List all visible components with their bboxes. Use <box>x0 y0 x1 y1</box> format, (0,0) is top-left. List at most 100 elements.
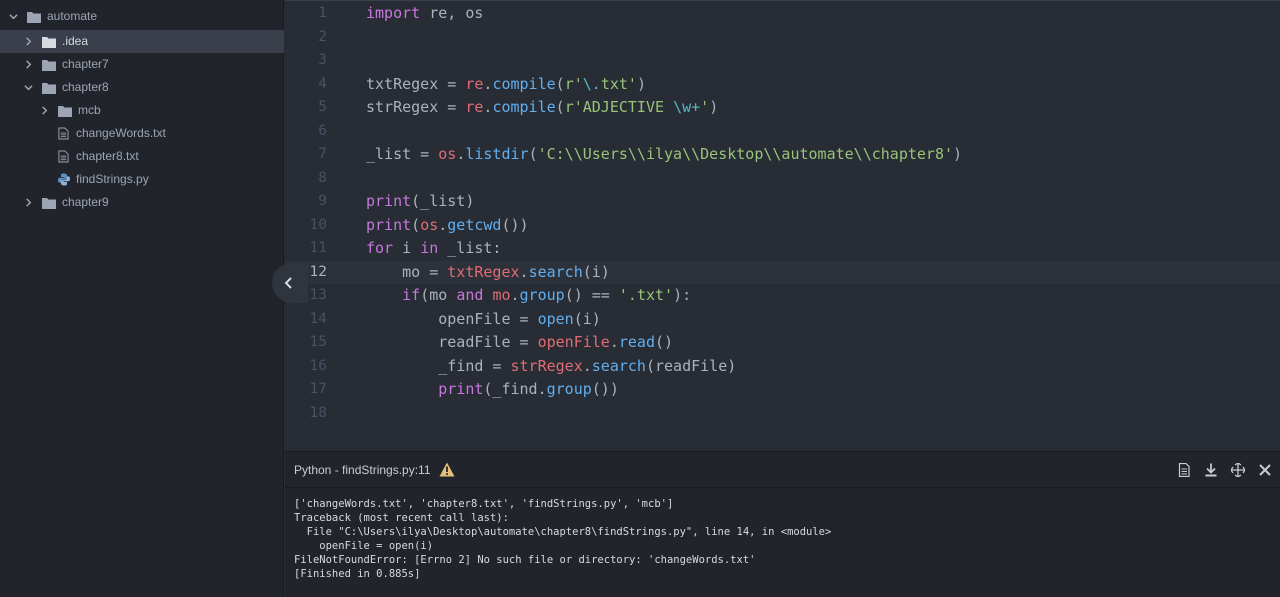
tree-item-label: chapter9 <box>62 195 109 209</box>
line-number: 15 <box>309 334 327 350</box>
code-line[interactable]: 12 mo = txtRegex.search(i) <box>285 260 1280 285</box>
code-token: . <box>456 145 466 163</box>
code-line[interactable]: 17 print(_find.group()) <box>285 378 1280 402</box>
chevron-right-icon[interactable] <box>22 36 34 48</box>
output-line: openFile = open(i) <box>294 540 434 552</box>
code-token: '.txt' <box>618 286 674 304</box>
chevron-left-icon <box>284 277 292 289</box>
download-icon[interactable] <box>1199 458 1223 482</box>
chevron-right-icon[interactable] <box>38 105 50 117</box>
code-token: ()) <box>591 380 619 398</box>
tree-root-automate[interactable]: automate <box>0 5 284 28</box>
code-token: print <box>366 192 412 210</box>
tree-item-chapter8[interactable]: chapter8 <box>0 76 284 99</box>
code-line[interactable]: 8 <box>285 167 1280 191</box>
code-line[interactable]: 5 strRegex = re.compile(r'ADJECTIVE \w+') <box>285 96 1280 120</box>
code-token: r' <box>564 74 583 93</box>
line-number: 5 <box>318 99 327 115</box>
code-token: ): <box>673 286 692 304</box>
tree-item-chapter8-txt[interactable]: chapter8.txt <box>0 145 284 168</box>
document-icon[interactable] <box>1172 458 1196 482</box>
tree-item-idea[interactable]: .idea <box>0 30 284 53</box>
code-text: mo = txtRegex.search(i) <box>366 261 610 285</box>
tree-item-mcb[interactable]: mcb <box>0 99 284 122</box>
code-text: for i in _list: <box>366 237 501 261</box>
code-text: import re, os <box>366 2 483 26</box>
tree-item-label: chapter7 <box>62 57 109 71</box>
code-line[interactable]: 13 if(mo and mo.group() == '.txt'): <box>285 284 1280 308</box>
code-token: re, os <box>420 4 484 22</box>
code-token: re <box>465 74 484 93</box>
code-line[interactable]: 2 <box>285 26 1280 50</box>
code-token: re <box>465 98 484 116</box>
tree-item-label: changeWords.txt <box>76 126 166 140</box>
chevron-right-icon[interactable] <box>22 197 34 209</box>
code-line[interactable]: 14 openFile = open(i) <box>285 308 1280 332</box>
code-token: mo = <box>366 262 448 281</box>
line-number: 17 <box>309 381 327 397</box>
tree-item-chapter9[interactable]: chapter9 <box>0 191 284 214</box>
chevron-down-icon[interactable] <box>22 82 34 94</box>
folder-icon <box>58 105 72 117</box>
code-text: print(_list) <box>366 190 474 214</box>
code-line[interactable]: 11 for i in _list: <box>285 237 1280 261</box>
code-token: print <box>438 380 484 398</box>
output-panel-header: Python - findStrings.py:11 <box>285 452 1280 488</box>
code-token: os <box>420 215 439 234</box>
chevron-down-icon[interactable] <box>7 11 19 23</box>
code-token: compile <box>492 98 556 116</box>
code-line[interactable]: 3 <box>285 49 1280 73</box>
line-number: 10 <box>309 216 327 233</box>
line-number: 8 <box>318 169 327 186</box>
code-line[interactable]: 10 print(os.getcwd()) <box>285 214 1280 238</box>
tree-item-chapter7[interactable]: chapter7 <box>0 53 284 76</box>
code-line[interactable]: 7 _list = os.listdir('C:\\Users\\ilya\\De… <box>285 143 1280 167</box>
code-token: in <box>420 239 439 257</box>
code-line[interactable]: 16 _find = strRegex.search(readFile) <box>285 355 1280 379</box>
code-token: . <box>582 356 592 375</box>
code-token: txtRegex = <box>366 74 466 93</box>
code-token: . <box>438 215 448 234</box>
tree-item-findstrings-py[interactable]: findStrings.py <box>0 168 284 191</box>
code-token: ( <box>555 74 565 93</box>
code-line[interactable]: 15 readFile = openFile.read() <box>285 331 1280 355</box>
code-token: \. <box>582 74 601 93</box>
code-token: readFile = <box>366 333 538 351</box>
code-token: txt' <box>600 74 637 93</box>
close-icon[interactable] <box>1253 458 1277 482</box>
code-token: open <box>537 309 574 328</box>
line-number: 2 <box>318 28 327 45</box>
code-line[interactable]: 18 <box>285 402 1280 426</box>
tree-view: automate .idea chapter7 chapter8 mcb changeW… <box>0 0 284 597</box>
code-token: _find = <box>366 356 511 375</box>
code-token: compile <box>492 74 556 93</box>
code-token: (_list) <box>411 192 475 210</box>
pin-icon[interactable] <box>1226 458 1250 482</box>
code-line[interactable]: 6 <box>285 120 1280 144</box>
code-line[interactable]: 4 txtRegex = re.compile(r'\.txt') <box>285 73 1280 97</box>
code-line[interactable]: 9 print(_list) <box>285 190 1280 214</box>
collapse-sidebar-button[interactable] <box>272 263 308 303</box>
code-token: import <box>366 4 421 22</box>
line-number: 16 <box>309 357 327 374</box>
code-token: ( <box>411 215 421 234</box>
code-text: _list = os.listdir('C:\\Users\\ilya\\Des… <box>366 143 962 167</box>
code-token: if <box>402 286 421 304</box>
folder-icon <box>42 197 56 209</box>
output-panel: Python - findStrings.py:11 ['changeWords… <box>285 451 1280 597</box>
code-token: print <box>366 215 412 234</box>
text-file-icon <box>58 127 70 140</box>
code-token: search <box>591 356 646 375</box>
tree-item-changewords-txt[interactable]: changeWords.txt <box>0 122 284 145</box>
code-line[interactable]: 1 import re, os <box>285 2 1280 26</box>
tree-item-label: automate <box>47 9 98 23</box>
code-editor[interactable]: 1 import re, os 2 3 4 txtRegex = re.compile(r… <box>285 0 1280 451</box>
tree-item-label: chapter8 <box>62 80 109 94</box>
code-token: txtRegex <box>447 262 520 281</box>
chevron-right-icon[interactable] <box>22 59 34 71</box>
code-token: () == <box>564 286 619 304</box>
code-token: ) <box>636 74 646 93</box>
code-token: openFile = <box>366 309 538 328</box>
code-token: _list = <box>366 145 439 163</box>
